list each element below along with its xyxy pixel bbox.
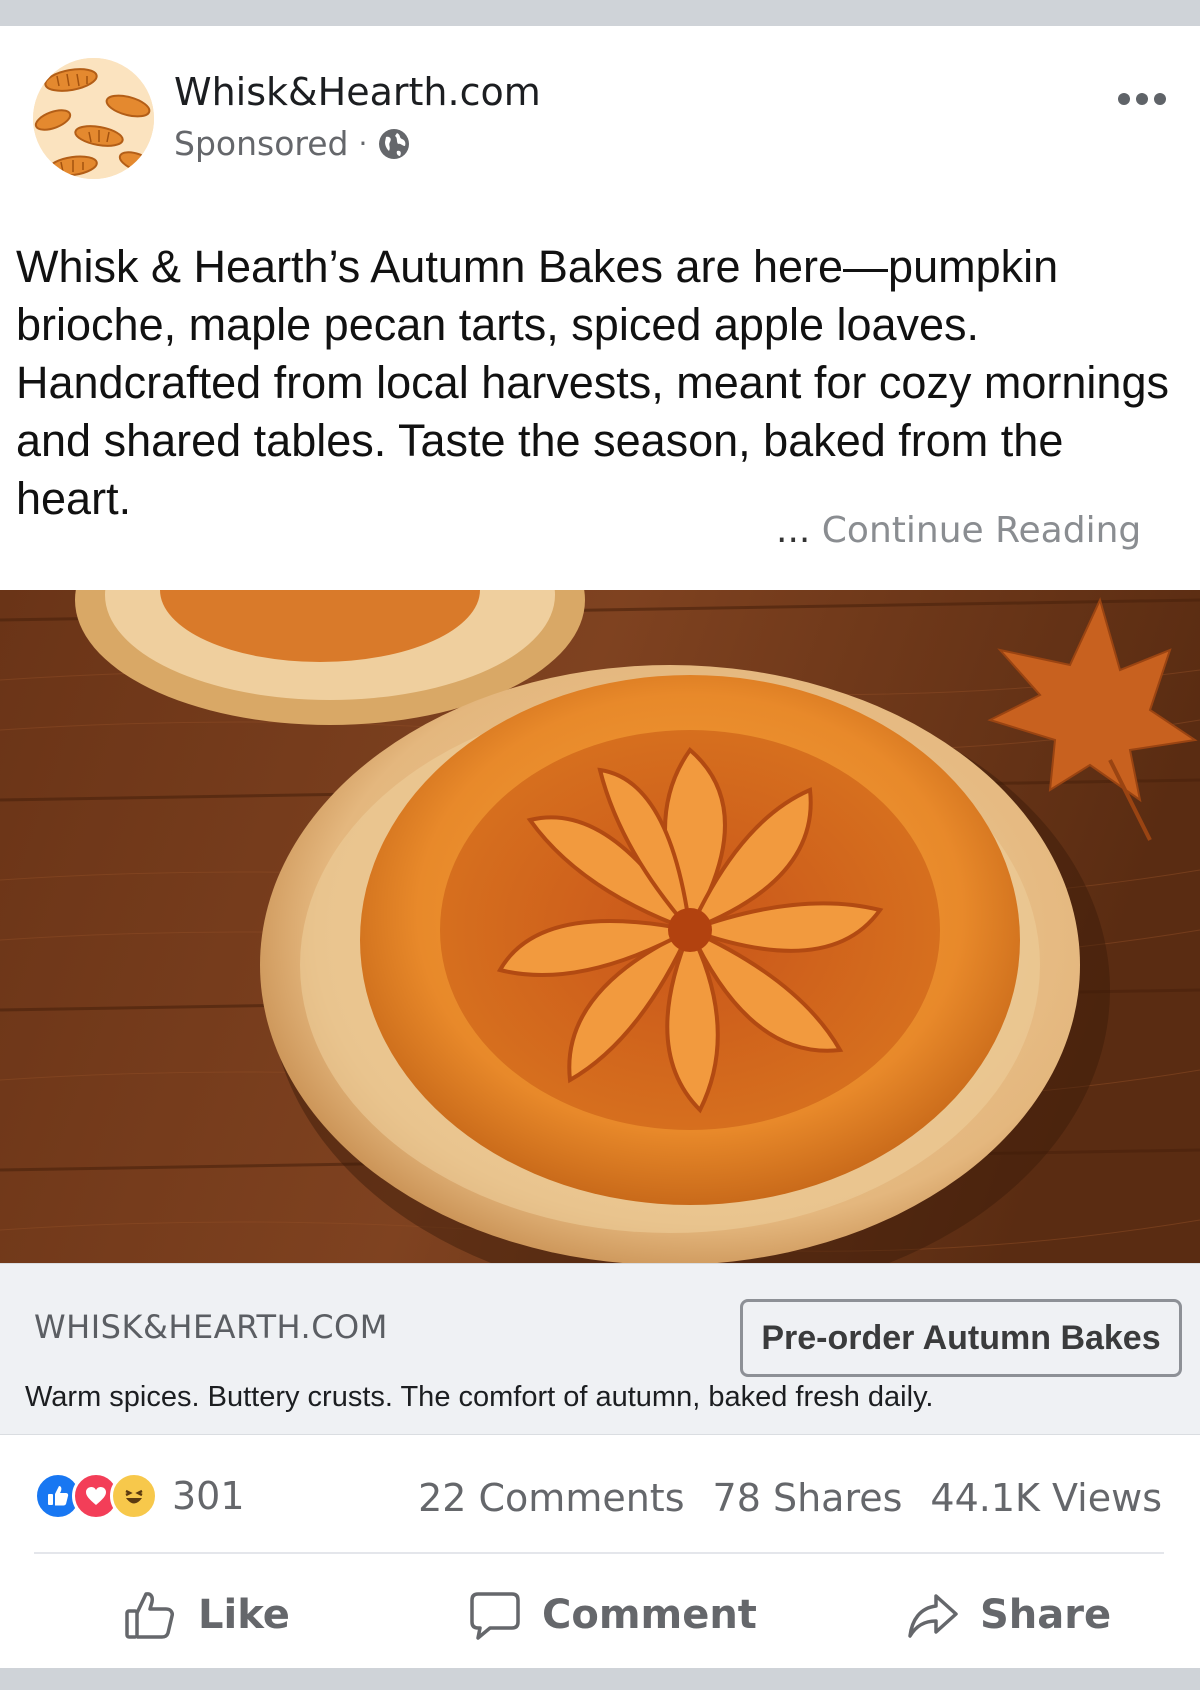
pre-order-button[interactable]: Pre-order Autumn Bakes [740, 1299, 1182, 1377]
sponsored-label: Sponsored [174, 124, 349, 163]
post-actions: Like Comment Share [0, 1570, 1200, 1660]
shares-count[interactable]: 78 Shares [713, 1476, 903, 1520]
post-meta-row: Sponsored · [174, 124, 411, 163]
croissant-pattern-icon [33, 58, 154, 179]
post-image-apple-galette[interactable] [0, 590, 1200, 1263]
page-name[interactable]: Whisk&Hearth.com [174, 70, 541, 114]
link-preview[interactable]: WHISK&HEARTH.COM Pre-order Autumn Bakes … [0, 1263, 1200, 1435]
actions-divider [34, 1552, 1164, 1554]
thumbs-up-icon [125, 1592, 174, 1639]
link-description: Warm spices. Buttery crusts. The comfort… [25, 1381, 934, 1413]
engagement-stats: 301 22 Comments 78 Shares 44.1K Views [0, 1460, 1200, 1540]
reactions-summary[interactable]: 301 [34, 1472, 245, 1520]
like-label: Like [198, 1592, 290, 1638]
reaction-count: 301 [172, 1474, 245, 1518]
top-gray-bar [0, 0, 1200, 26]
comment-button[interactable]: Comment [468, 1582, 757, 1648]
like-button[interactable]: Like [122, 1582, 290, 1648]
speech-bubble-icon [470, 1592, 520, 1640]
stats-right: 22 Comments 78 Shares 44.1K Views [418, 1476, 1162, 1520]
comment-label: Comment [542, 1592, 757, 1638]
more-horizontal-icon [1118, 93, 1130, 105]
continue-ellipsis: ... [776, 510, 811, 551]
views-count: 44.1K Views [930, 1476, 1162, 1520]
post-caption: Whisk & Hearth’s Autumn Bakes are here—p… [16, 241, 1169, 524]
share-button[interactable]: Share [906, 1582, 1111, 1648]
haha-reaction-icon [110, 1472, 158, 1520]
page-avatar[interactable] [33, 58, 154, 179]
continue-reading-link[interactable]: ... Continue Reading [776, 510, 1141, 551]
link-domain: WHISK&HEARTH.COM [34, 1308, 388, 1346]
meta-separator: · [358, 127, 368, 160]
more-options-button[interactable] [1112, 84, 1172, 114]
bottom-gray-bar [0, 1668, 1200, 1690]
comments-count[interactable]: 22 Comments [418, 1476, 684, 1520]
share-label: Share [980, 1592, 1112, 1638]
continue-reading-label: Continue Reading [821, 510, 1142, 551]
post-header: Whisk&Hearth.com Sponsored · [0, 26, 1200, 196]
share-arrow-icon [908, 1594, 958, 1638]
more-dot [1136, 93, 1148, 105]
more-dot [1154, 93, 1166, 105]
globe-icon [377, 127, 411, 161]
